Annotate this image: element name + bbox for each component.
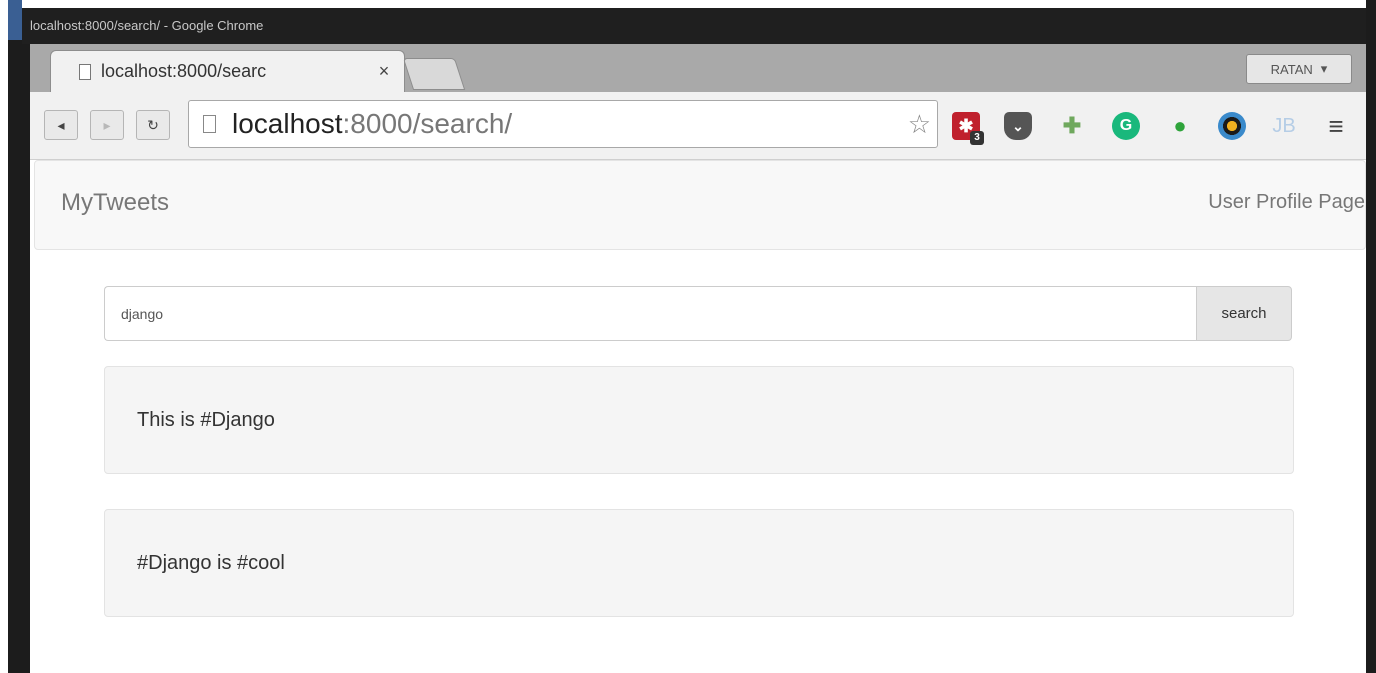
- window-right-border: [1366, 0, 1376, 673]
- extension-badge: 3: [970, 131, 984, 145]
- tab-strip: localhost:8000/searc × RATAN ▾: [30, 44, 1366, 92]
- evernote-glyph: ●: [1173, 113, 1187, 138]
- window-left-edge: [0, 0, 30, 673]
- color-wheel-extension-icon[interactable]: [1218, 112, 1246, 140]
- hamburger-icon: ≡: [1328, 110, 1344, 141]
- reload-icon: ↻: [147, 116, 159, 133]
- evernote-extension-icon[interactable]: ●: [1166, 112, 1194, 140]
- chrome-menu-icon[interactable]: ≡: [1322, 110, 1350, 141]
- page-icon: [79, 63, 91, 80]
- search-form: search: [104, 286, 1292, 341]
- todoist-extension-icon[interactable]: ✱ 3: [952, 112, 984, 145]
- chevron-down-icon: ▾: [1320, 61, 1328, 76]
- tweet-card: #Django is #cool: [104, 509, 1294, 617]
- forward-arrow-icon: ▸: [103, 116, 111, 133]
- user-profile-link[interactable]: User Profile Page: [1208, 191, 1365, 214]
- puzzle-extension-icon[interactable]: ✚: [1058, 112, 1086, 140]
- jetbrains-extension-icon[interactable]: JB: [1270, 112, 1298, 140]
- tweet-text: #Django is #cool: [137, 551, 285, 574]
- search-input[interactable]: [104, 286, 1196, 341]
- forward-button[interactable]: ▸: [90, 110, 124, 140]
- reload-button[interactable]: ↻: [136, 110, 170, 140]
- profile-button[interactable]: RATAN ▾: [1246, 54, 1352, 84]
- tweet-text: This is #Django: [137, 408, 275, 431]
- desktop-panel-accent: [8, 0, 22, 42]
- search-button[interactable]: search: [1196, 286, 1292, 341]
- address-bar[interactable]: localhost:8000/search/ ☆: [188, 100, 938, 148]
- pocket-extension-icon[interactable]: ⌄: [1004, 112, 1032, 140]
- puzzle-glyph: ✚: [1062, 113, 1082, 138]
- brand-link[interactable]: MyTweets: [61, 189, 169, 217]
- profile-name: RATAN: [1270, 61, 1313, 77]
- browser-toolbar: ◂ ▸ ↻ localhost:8000/search/ ☆ ✱ 3 ⌄ ✚ G…: [30, 92, 1366, 160]
- tab-search[interactable]: localhost:8000/searc ×: [50, 50, 405, 92]
- close-tab-icon[interactable]: ×: [372, 61, 396, 82]
- tab-label: localhost:8000/searc: [101, 61, 267, 81]
- url-path: :8000/search/: [342, 108, 513, 139]
- back-button[interactable]: ◂: [44, 110, 78, 140]
- jetbrains-glyph: JB: [1272, 114, 1296, 137]
- page-icon: [203, 115, 216, 133]
- pocket-glyph: ⌄: [1012, 117, 1024, 134]
- window-titlebar[interactable]: localhost:8000/search/ - Google Chrome: [22, 8, 1366, 44]
- tweet-card: This is #Django: [104, 366, 1294, 474]
- grammarly-extension-icon[interactable]: G: [1112, 112, 1140, 140]
- window-title: localhost:8000/search/ - Google Chrome: [30, 18, 264, 33]
- url-host: localhost: [232, 108, 343, 139]
- bookmark-star-icon[interactable]: ☆: [908, 109, 931, 140]
- back-arrow-icon: ◂: [57, 116, 65, 133]
- new-tab-button[interactable]: [402, 58, 466, 90]
- grammarly-glyph: G: [1119, 117, 1133, 134]
- site-navbar: MyTweets User Profile Page: [34, 160, 1366, 250]
- url-text: localhost:8000/search/: [232, 108, 512, 140]
- window-border: [8, 40, 30, 673]
